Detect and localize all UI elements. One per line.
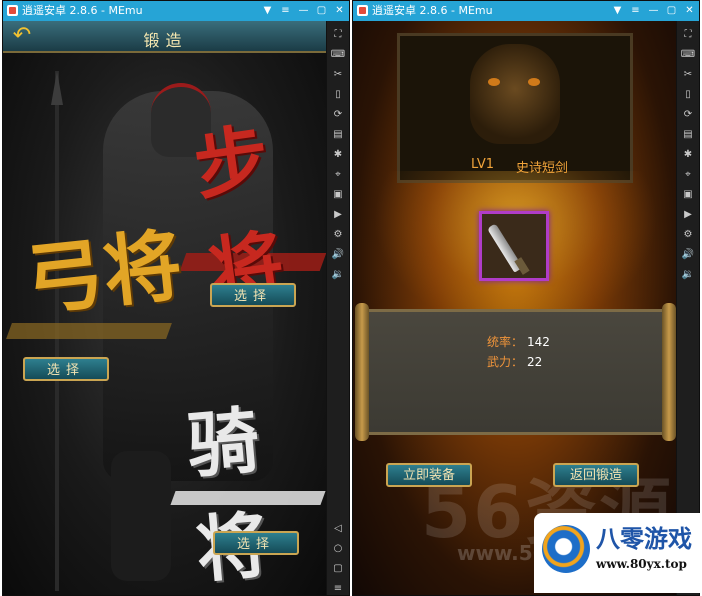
dropdown-icon[interactable]: ▼ xyxy=(261,1,274,21)
minimize-button[interactable]: — xyxy=(647,1,660,21)
scroll-roll-right xyxy=(662,303,676,441)
fullscreen-icon[interactable]: ⛶ xyxy=(330,27,346,42)
stat-force: 武力： 22 xyxy=(487,353,542,370)
cut-icon[interactable]: ✂ xyxy=(680,67,696,82)
location-icon[interactable]: ⌖ xyxy=(330,167,346,182)
item-name: 史诗短剑 xyxy=(516,161,569,176)
home-icon[interactable]: ○ xyxy=(330,541,346,556)
calligraphy-cavalry: 骑将 xyxy=(183,397,272,593)
dropdown-icon[interactable]: ▼ xyxy=(611,1,624,21)
keyboard-icon[interactable]: ⌨ xyxy=(680,47,696,62)
shake-icon[interactable]: ▯ xyxy=(680,87,696,102)
cut-icon[interactable]: ✂ xyxy=(330,67,346,82)
title-bar[interactable]: 逍遥安卓 2.8.6 - MEmu ▼ ≡ — ▢ ✕ xyxy=(3,1,349,21)
beast-eye xyxy=(528,78,540,86)
stats-scroll xyxy=(357,309,673,435)
beast-eye xyxy=(488,78,500,86)
shake-icon[interactable]: ▯ xyxy=(330,87,346,102)
select-cavalry-button[interactable]: 选择 xyxy=(213,531,299,555)
menu-icon[interactable]: ≡ xyxy=(279,1,292,21)
video-icon[interactable]: ▶ xyxy=(330,207,346,222)
stat-label: 统率： xyxy=(487,335,524,349)
emulator-sidebar: ⛶ ⌨ ✂ ▯ ⟳ ▤ ✱ ⌖ ▣ ▶ ⚙ 🔊 🔉 ◁ xyxy=(676,21,699,595)
beast-frame xyxy=(397,33,633,183)
memu-logo-icon xyxy=(357,5,368,16)
warrior-boot xyxy=(111,451,171,581)
emulator-window-left: 逍遥安卓 2.8.6 - MEmu ▼ ≡ — ▢ ✕ ↶ 锻造 步将 弓将 骑… xyxy=(2,0,350,596)
item-level: LV1 xyxy=(471,157,494,172)
video-icon[interactable]: ▶ xyxy=(680,207,696,222)
game-screen-forge-result: LV1 史诗短剑 统率： 142 武力： 22 56资源 www.56z 立即装备 … xyxy=(353,21,678,595)
minimize-button[interactable]: — xyxy=(297,1,310,21)
site-url: www.80yx.top xyxy=(596,557,687,571)
rotate-icon[interactable]: ⟳ xyxy=(680,107,696,122)
memu-logo-icon xyxy=(7,5,18,16)
settings-icon[interactable]: ⚙ xyxy=(680,227,696,242)
back-to-forge-button[interactable]: 返回锻造 xyxy=(553,463,639,487)
maximize-button[interactable]: ▢ xyxy=(315,1,328,21)
site-logo-icon xyxy=(542,525,590,573)
page-title: 锻造 xyxy=(143,31,188,50)
site-badge: 八零游戏 www.80yx.top xyxy=(534,513,702,593)
menu-icon[interactable]: ≡ xyxy=(629,1,642,21)
stat-value: 22 xyxy=(527,355,543,369)
apk-icon[interactable]: ▤ xyxy=(680,127,696,142)
window-title: 逍遥安卓 2.8.6 - MEmu xyxy=(22,4,143,17)
close-button[interactable]: ✕ xyxy=(333,1,346,21)
close-button[interactable]: ✕ xyxy=(683,1,696,21)
menu-icon[interactable]: ≡ xyxy=(330,581,346,595)
volume-down-icon[interactable]: 🔉 xyxy=(330,267,346,282)
game-screen-select: ↶ 锻造 步将 弓将 骑将 选择 选择 选择 xyxy=(3,21,328,595)
volume-up-icon[interactable]: 🔊 xyxy=(330,247,346,262)
record-icon[interactable]: ▣ xyxy=(680,187,696,202)
screenshot-icon[interactable]: ✱ xyxy=(680,147,696,162)
select-archer-button[interactable]: 选择 xyxy=(23,357,109,381)
apk-icon[interactable]: ▤ xyxy=(330,127,346,142)
settings-icon[interactable]: ⚙ xyxy=(330,227,346,242)
spear-tip xyxy=(51,71,63,105)
site-name: 八零游戏 xyxy=(596,524,692,553)
select-infantry-button[interactable]: 选择 xyxy=(210,283,296,307)
rotate-icon[interactable]: ⟳ xyxy=(330,107,346,122)
maximize-button[interactable]: ▢ xyxy=(665,1,678,21)
title-bar[interactable]: 逍遥安卓 2.8.6 - MEmu ▼ ≡ — ▢ ✕ xyxy=(353,1,699,21)
location-icon[interactable]: ⌖ xyxy=(680,167,696,182)
equip-now-button[interactable]: 立即装备 xyxy=(386,463,472,487)
keyboard-icon[interactable]: ⌨ xyxy=(330,47,346,62)
calligraphy-archer: 弓将 xyxy=(21,220,187,327)
screenshot-icon[interactable]: ✱ xyxy=(330,147,346,162)
volume-down-icon[interactable]: 🔉 xyxy=(680,267,696,282)
recent-icon[interactable]: ▢ xyxy=(330,561,346,576)
stat-label: 武力： xyxy=(487,355,524,369)
emulator-sidebar: ⛶ ⌨ ✂ ▯ ⟳ ▤ ✱ ⌖ ▣ ▶ ⚙ 🔊 🔉 ◁ ○ ▢ ≡ xyxy=(326,21,349,595)
fullscreen-icon[interactable]: ⛶ xyxy=(680,27,696,42)
record-icon[interactable]: ▣ xyxy=(330,187,346,202)
stat-value: 142 xyxy=(527,335,550,349)
emulator-window-right: 逍遥安卓 2.8.6 - MEmu ▼ ≡ — ▢ ✕ LV1 史诗短剑 统率：… xyxy=(352,0,700,596)
stat-command: 统率： 142 xyxy=(487,333,550,350)
item-slot[interactable] xyxy=(479,211,549,281)
window-title: 逍遥安卓 2.8.6 - MEmu xyxy=(372,4,493,17)
volume-up-icon[interactable]: 🔊 xyxy=(680,247,696,262)
window-controls: ▼ ≡ — ▢ ✕ xyxy=(261,1,346,21)
back-icon[interactable]: ◁ xyxy=(330,521,346,536)
header-bar: ↶ 锻造 xyxy=(3,21,328,53)
beast-face-illustration xyxy=(470,44,560,144)
scroll-roll-left xyxy=(355,303,369,441)
dagger-hilt xyxy=(514,257,530,275)
window-controls: ▼ ≡ — ▢ ✕ xyxy=(611,1,696,21)
